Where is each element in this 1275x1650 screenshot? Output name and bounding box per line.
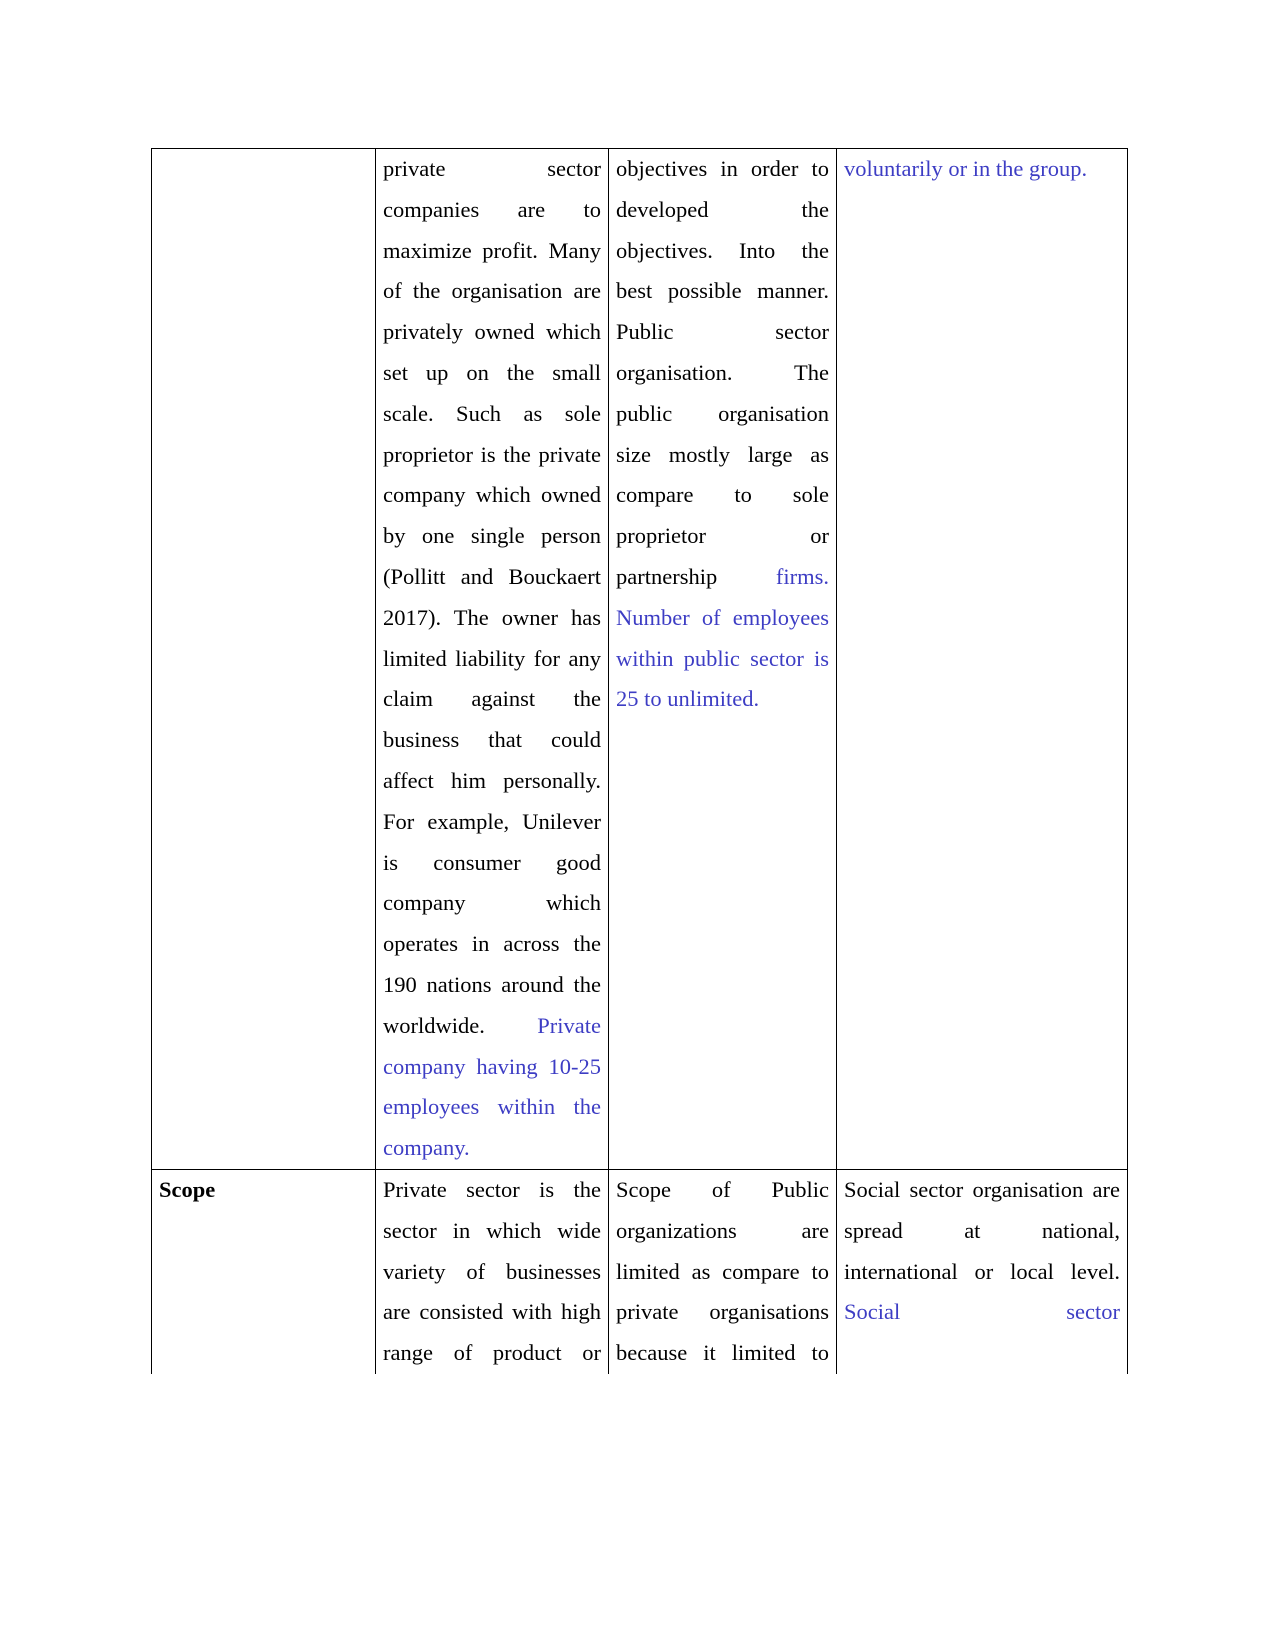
public-sector-cell-continued: objectives in order to developed the obj… bbox=[608, 148, 837, 1170]
public-sector-text-continued: objectives in order to developed the obj… bbox=[616, 149, 829, 720]
comparison-table: private sector companies are to maximize… bbox=[151, 148, 1128, 1374]
social-sector-scope-plain: Social sector organisation are spread at… bbox=[844, 1176, 1120, 1284]
social-sector-cell-scope: Social sector organisation are spread at… bbox=[836, 1168, 1128, 1374]
public-sector-cell-scope: Scope of Public organizations are limite… bbox=[608, 1168, 837, 1374]
social-sector-text-continued: voluntarily or in the group. bbox=[844, 149, 1120, 190]
row-label-cell-scope: Scope bbox=[151, 1168, 376, 1374]
table-row: Scope Private sector is the sector in wh… bbox=[151, 1168, 1128, 1374]
public-sector-text-scope: Scope of Public organizations are limite… bbox=[616, 1170, 829, 1374]
row-label-scope: Scope bbox=[159, 1176, 216, 1202]
private-sector-text-scope: Private sector is the sector in which wi… bbox=[383, 1170, 601, 1374]
table-row: private sector companies are to maximize… bbox=[151, 148, 1128, 1170]
public-sector-text-plain: objectives in order to developed the obj… bbox=[616, 156, 829, 589]
private-sector-cell-scope: Private sector is the sector in which wi… bbox=[375, 1168, 609, 1374]
social-sector-text-scope: Social sector organisation are spread at… bbox=[844, 1170, 1120, 1333]
private-sector-scope-plain: Private sector is the sector in which wi… bbox=[383, 1176, 601, 1366]
public-sector-scope-plain: Scope of Public organizations are limite… bbox=[616, 1176, 829, 1366]
private-sector-text-continued: private sector companies are to maximize… bbox=[383, 149, 601, 1169]
social-sector-cell-continued: voluntarily or in the group. bbox=[836, 148, 1128, 1170]
private-sector-cell-continued: private sector companies are to maximize… bbox=[375, 148, 609, 1170]
social-sector-text-highlight: voluntarily or in the group. bbox=[844, 156, 1088, 181]
social-sector-scope-highlight: Social sector bbox=[844, 1299, 1120, 1325]
document-page: private sector companies are to maximize… bbox=[0, 0, 1275, 1650]
private-sector-text-plain: private sector companies are to maximize… bbox=[383, 156, 601, 1038]
row-label-cell-continued bbox=[151, 148, 376, 1170]
